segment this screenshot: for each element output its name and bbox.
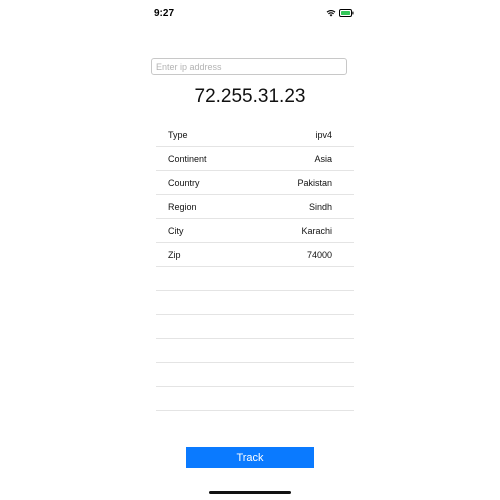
row-value-region: Sindh	[308, 202, 332, 212]
row-value-country: Pakistan	[297, 178, 332, 188]
table-row: Type ipv4	[156, 123, 354, 147]
table-row: Region Sindh	[156, 195, 354, 219]
row-value-type: ipv4	[315, 130, 332, 140]
empty-table-row	[156, 267, 354, 291]
empty-table-row	[156, 339, 354, 363]
empty-table-row	[156, 387, 354, 411]
table-row: Continent Asia	[156, 147, 354, 171]
row-value-zip: 74000	[306, 250, 332, 260]
table-row: City Karachi	[156, 219, 354, 243]
status-icons	[326, 9, 354, 17]
battery-icon	[339, 9, 354, 17]
row-label-zip: Zip	[168, 250, 181, 260]
row-label-city: City	[168, 226, 184, 236]
empty-table-row	[156, 363, 354, 387]
wifi-icon	[326, 9, 336, 17]
home-indicator[interactable]	[209, 491, 291, 494]
track-button[interactable]: Track	[186, 447, 314, 468]
row-label-continent: Continent	[168, 154, 207, 164]
table-row: Zip 74000	[156, 243, 354, 267]
row-label-region: Region	[168, 202, 197, 212]
row-label-type: Type	[168, 130, 188, 140]
empty-table-row	[156, 315, 354, 339]
phone-screen: 9:27 72.255.31.23 Type ipv4	[142, 0, 358, 500]
status-time: 9:27	[154, 8, 175, 19]
table-row: Country Pakistan	[156, 171, 354, 195]
status-bar: 9:27	[142, 0, 358, 30]
empty-table-row	[156, 291, 354, 315]
ip-address-input[interactable]	[151, 58, 347, 75]
ip-details-table: Type ipv4 Continent Asia Country Pakista…	[156, 123, 354, 411]
row-value-city: Karachi	[301, 226, 332, 236]
ip-address-display: 72.255.31.23	[194, 86, 306, 107]
row-label-country: Country	[168, 178, 200, 188]
row-value-continent: Asia	[314, 154, 332, 164]
